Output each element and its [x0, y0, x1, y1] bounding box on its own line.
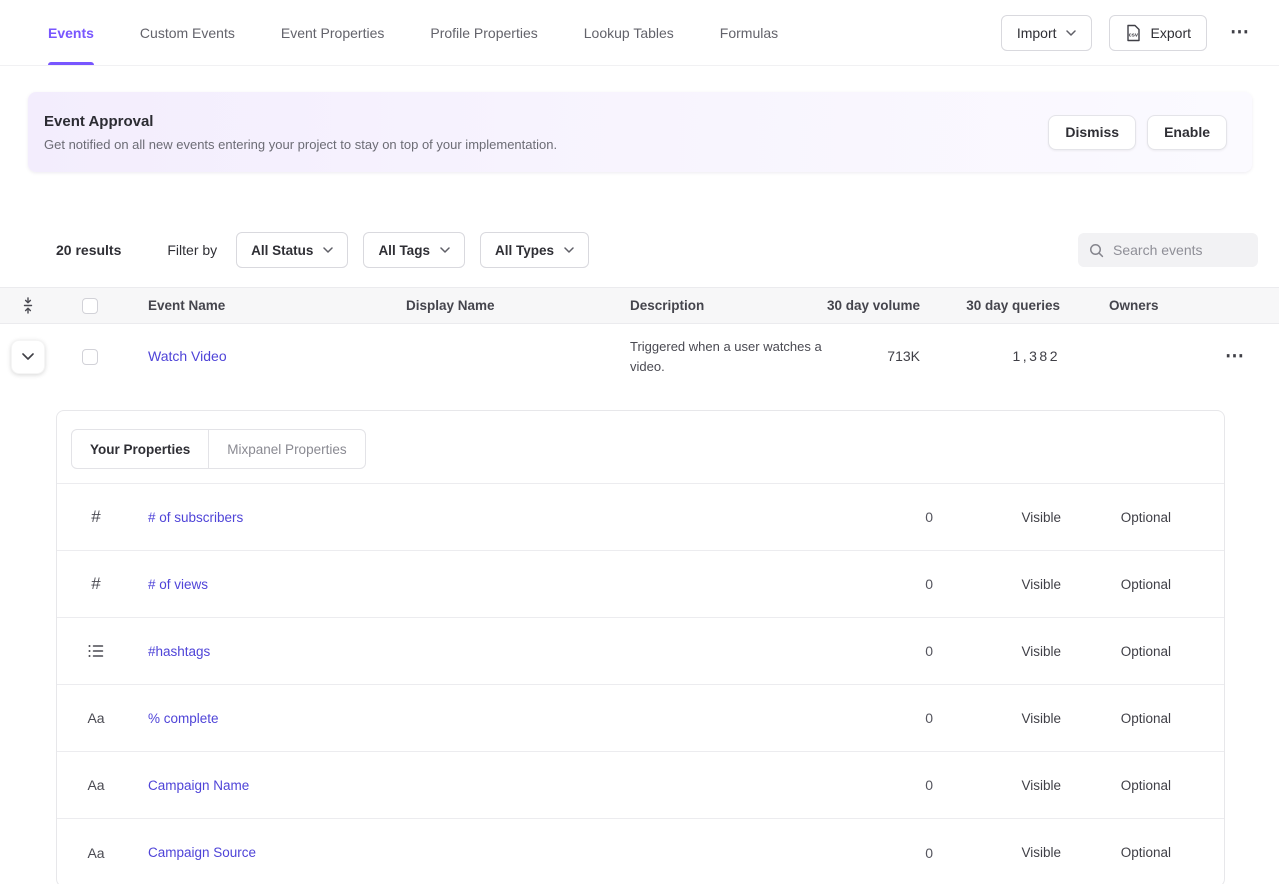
property-requirement: Optional: [1061, 845, 1171, 860]
dismiss-button[interactable]: Dismiss: [1048, 115, 1136, 150]
import-label: Import: [1017, 25, 1057, 41]
event-name-link[interactable]: Watch Video: [148, 348, 227, 364]
column-30-day-volume[interactable]: 30 day volume: [822, 298, 920, 313]
chevron-down-icon: [1066, 30, 1076, 36]
row-expand-toggle[interactable]: [11, 340, 45, 374]
search-icon: [1089, 243, 1104, 258]
property-volume: 0: [833, 643, 933, 659]
chevron-down-icon: [440, 247, 450, 253]
property-visibility: Visible: [933, 644, 1061, 659]
column-event-name[interactable]: Event Name: [100, 298, 358, 313]
property-requirement: Optional: [1061, 711, 1171, 726]
svg-text:csv: csv: [1128, 32, 1138, 38]
property-volume: 0: [833, 576, 933, 592]
text-icon: Aa: [85, 777, 107, 793]
top-navigation: Events Custom Events Event Properties Pr…: [0, 0, 1279, 66]
nav-tabs: Events Custom Events Event Properties Pr…: [48, 0, 778, 65]
property-visibility: Visible: [933, 577, 1061, 592]
banner-description: Get notified on all new events entering …: [44, 137, 1048, 152]
property-name-link[interactable]: # of subscribers: [148, 510, 833, 525]
column-30-day-queries[interactable]: 30 day queries: [920, 298, 1060, 313]
export-label: Export: [1151, 25, 1191, 41]
column-owners[interactable]: Owners: [1060, 298, 1209, 313]
tab-your-properties[interactable]: Your Properties: [72, 430, 209, 468]
property-requirement: Optional: [1061, 644, 1171, 659]
property-row: # # of subscribers 0 Visible Optional: [57, 484, 1224, 551]
event-description: Triggered when a user watches a video.: [630, 339, 822, 374]
banner-actions: Dismiss Enable: [1048, 115, 1227, 150]
nav-more-button[interactable]: ⋯: [1224, 23, 1255, 42]
property-requirement: Optional: [1061, 577, 1171, 592]
property-row: Aa Campaign Source 0 Visible Optional: [57, 819, 1224, 884]
properties-segmented-control: Your Properties Mixpanel Properties: [71, 429, 366, 469]
status-filter-dropdown[interactable]: All Status: [236, 232, 348, 268]
property-volume: 0: [833, 710, 933, 726]
property-visibility: Visible: [933, 845, 1061, 860]
chevron-down-icon: [22, 353, 34, 360]
property-volume: 0: [833, 845, 933, 861]
property-name-link[interactable]: Campaign Source: [148, 845, 833, 860]
filter-by-label: Filter by: [167, 242, 217, 258]
property-visibility: Visible: [933, 778, 1061, 793]
tab-mixpanel-properties[interactable]: Mixpanel Properties: [209, 430, 364, 468]
property-name-link[interactable]: #hashtags: [148, 644, 833, 659]
filter-dropdowns: All Status All Tags All Types: [236, 232, 589, 268]
import-button[interactable]: Import: [1001, 15, 1092, 51]
list-icon: [85, 644, 107, 658]
number-icon: #: [85, 507, 107, 527]
properties-panel: Your Properties Mixpanel Properties # # …: [56, 410, 1225, 884]
column-display-name[interactable]: Display Name: [358, 298, 582, 313]
row-more-button[interactable]: ⋯: [1219, 347, 1250, 366]
tab-event-properties[interactable]: Event Properties: [281, 0, 385, 65]
banner-title: Event Approval: [44, 113, 1048, 130]
text-icon: Aa: [85, 845, 107, 861]
search-box: [1078, 233, 1258, 267]
property-visibility: Visible: [933, 510, 1061, 525]
events-table-header: Event Name Display Name Description 30 d…: [0, 287, 1279, 324]
select-all-checkbox[interactable]: [82, 298, 98, 314]
property-name-link[interactable]: # of views: [148, 577, 833, 592]
queries-value: 1,382: [1012, 348, 1060, 364]
column-description[interactable]: Description: [582, 298, 822, 313]
property-requirement: Optional: [1061, 510, 1171, 525]
tab-lookup-tables[interactable]: Lookup Tables: [584, 0, 674, 65]
row-checkbox[interactable]: [82, 349, 98, 365]
chevron-down-icon: [564, 247, 574, 253]
collapse-all-icon[interactable]: [0, 297, 56, 314]
tab-profile-properties[interactable]: Profile Properties: [430, 0, 537, 65]
export-button[interactable]: csv Export: [1109, 15, 1207, 51]
property-row: # # of views 0 Visible Optional: [57, 551, 1224, 618]
banner-text: Event Approval Get notified on all new e…: [44, 113, 1048, 152]
property-row: Aa % complete 0 Visible Optional: [57, 685, 1224, 752]
property-visibility: Visible: [933, 711, 1061, 726]
tab-custom-events[interactable]: Custom Events: [140, 0, 235, 65]
results-count: 20 results: [56, 242, 121, 258]
tab-formulas[interactable]: Formulas: [720, 0, 778, 65]
property-requirement: Optional: [1061, 778, 1171, 793]
enable-button[interactable]: Enable: [1147, 115, 1227, 150]
types-filter-label: All Types: [495, 243, 554, 258]
filter-bar: 20 results Filter by All Status All Tags…: [56, 232, 1258, 268]
tags-filter-dropdown[interactable]: All Tags: [363, 232, 465, 268]
text-icon: Aa: [85, 710, 107, 726]
status-filter-label: All Status: [251, 243, 313, 258]
property-volume: 0: [833, 509, 933, 525]
nav-actions: Import csv Export ⋯: [1001, 15, 1255, 51]
chevron-down-icon: [323, 247, 333, 253]
tab-events[interactable]: Events: [48, 0, 94, 65]
csv-file-icon: csv: [1125, 24, 1142, 42]
properties-tab-bar: Your Properties Mixpanel Properties: [57, 411, 1224, 484]
event-approval-banner: Event Approval Get notified on all new e…: [28, 92, 1252, 172]
property-row: Aa Campaign Name 0 Visible Optional: [57, 752, 1224, 819]
volume-value: 713K: [887, 348, 920, 364]
number-icon: #: [85, 574, 107, 594]
property-name-link[interactable]: Campaign Name: [148, 778, 833, 793]
table-row-watch-video: Watch Video Triggered when a user watche…: [0, 324, 1279, 389]
property-row: #hashtags 0 Visible Optional: [57, 618, 1224, 685]
tags-filter-label: All Tags: [378, 243, 430, 258]
search-input[interactable]: [1113, 242, 1247, 258]
property-name-link[interactable]: % complete: [148, 711, 833, 726]
property-volume: 0: [833, 777, 933, 793]
types-filter-dropdown[interactable]: All Types: [480, 232, 589, 268]
